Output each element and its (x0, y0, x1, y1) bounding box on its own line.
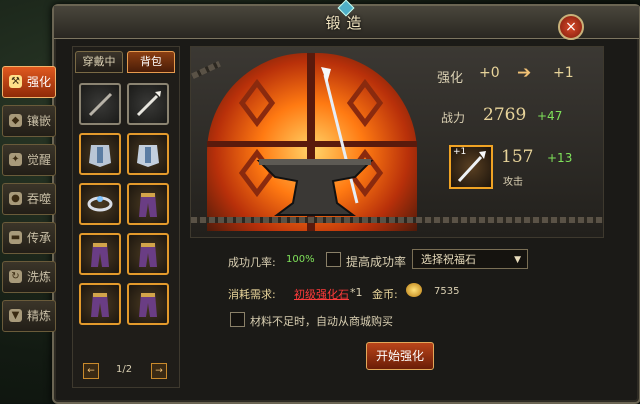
prev-page-button[interactable]: ← (83, 363, 99, 379)
tab-purify[interactable]: ▼ 精炼 (2, 300, 56, 332)
chain-decoration (191, 217, 603, 223)
pants-icon (91, 243, 109, 267)
improve-success-label: 提高成功率 (346, 255, 407, 269)
enhance-label: 强化 (437, 71, 464, 86)
inventory-slot[interactable] (127, 233, 169, 275)
blessing-stone-value: 选择祝福石 (421, 253, 476, 266)
refine-icon: ↻ (9, 270, 22, 283)
inventory-slot[interactable] (79, 83, 121, 125)
item-level-badge: +1 (453, 147, 467, 157)
gold-value: 7535 (434, 286, 460, 297)
inventory-slot[interactable] (79, 233, 121, 275)
spear-icon (88, 92, 113, 117)
inventory-pager: ← 1/2 → (79, 363, 175, 381)
next-page-button[interactable]: → (151, 363, 167, 379)
target-item-slot[interactable]: +1 (449, 145, 493, 189)
pants-icon (139, 243, 157, 267)
tab-inlay-label: 镶嵌 (27, 114, 52, 128)
pants-icon (139, 193, 157, 217)
inventory-slot[interactable] (79, 133, 121, 175)
tab-enhance[interactable]: ⚒ 强化 (2, 66, 56, 98)
start-enhance-button[interactable]: 开始强化 (366, 342, 434, 370)
side-tabs: ⚒ 强化 ◆ 镶嵌 ✦ 觉醒 ● 吞噬 ▬ 传承 ↻ 洗炼 ▼ 精炼 (2, 66, 56, 339)
tab-purify-label: 精炼 (27, 309, 52, 323)
forge-scene: 强化 +0 ➔ +1 战力 2769 +47 +1 157 +13 攻击 (190, 46, 604, 238)
tab-awaken[interactable]: ✦ 觉醒 (2, 144, 56, 176)
power-value: 2769 (483, 105, 527, 125)
auto-buy-label: 材料不足时，自动从商城购买 (250, 315, 393, 328)
anvil-icon (256, 159, 374, 216)
auto-buy-checkbox[interactable] (230, 312, 245, 327)
chevron-down-icon: ▼ (514, 255, 521, 265)
tab-devour[interactable]: ● 吞噬 (2, 183, 56, 215)
eye-icon: ✦ (9, 153, 22, 166)
power-label: 战力 (441, 111, 466, 125)
tab-inlay[interactable]: ◆ 镶嵌 (2, 105, 56, 137)
ring-icon (87, 196, 113, 212)
material-count: *1 (350, 286, 363, 299)
tab-enhance-label: 强化 (27, 75, 52, 89)
arrow-right-icon: ➔ (517, 63, 532, 83)
tab-backpack[interactable]: 背包 (127, 51, 175, 73)
material-link[interactable]: 初级强化石 (294, 286, 349, 302)
inventory-slot[interactable] (79, 283, 121, 325)
level-to: +1 (553, 65, 574, 81)
inventory-slot[interactable] (79, 183, 121, 225)
attack-value: 157 (501, 147, 534, 167)
cost-label: 消耗需求: (228, 288, 276, 301)
orb-icon: ● (9, 192, 22, 205)
level-from: +0 (479, 65, 500, 81)
success-value: 100% (286, 254, 315, 265)
inventory-slot[interactable] (127, 183, 169, 225)
improve-success-checkbox[interactable] (326, 252, 341, 267)
tab-awaken-label: 觉醒 (27, 153, 52, 167)
attack-gain: +13 (547, 151, 573, 165)
attack-label: 攻击 (503, 177, 523, 188)
pants-icon (91, 293, 109, 317)
inventory-slot[interactable] (127, 133, 169, 175)
gem-icon: ◆ (9, 114, 22, 127)
inventory-slot[interactable] (127, 83, 169, 125)
tab-inherit[interactable]: ▬ 传承 (2, 222, 56, 254)
inventory-slot[interactable] (127, 283, 169, 325)
anvil-icon: ▼ (9, 309, 22, 322)
inventory-panel: 穿戴中 背包 ← 1/2 → (72, 46, 180, 388)
scroll-icon: ▬ (9, 231, 22, 244)
armor-icon (89, 145, 111, 167)
power-gain: +47 (537, 109, 563, 123)
close-button[interactable]: × (558, 14, 584, 40)
tab-devour-label: 吞噬 (27, 192, 52, 206)
success-label: 成功几率: (228, 256, 276, 269)
spear-icon (136, 91, 161, 117)
tab-equipped[interactable]: 穿戴中 (75, 51, 123, 73)
tab-inherit-label: 传承 (27, 231, 52, 245)
armor-icon (137, 145, 159, 167)
gold-coin-icon (406, 283, 422, 297)
tab-refine[interactable]: ↻ 洗炼 (2, 261, 56, 293)
page-indicator: 1/2 (116, 364, 133, 375)
hammer-icon: ⚒ (9, 75, 22, 88)
pants-icon (139, 293, 157, 317)
tab-refine-label: 洗炼 (27, 270, 52, 284)
gold-label: 金币: (372, 288, 398, 301)
blessing-stone-select[interactable]: 选择祝福石 ▼ (412, 249, 528, 269)
